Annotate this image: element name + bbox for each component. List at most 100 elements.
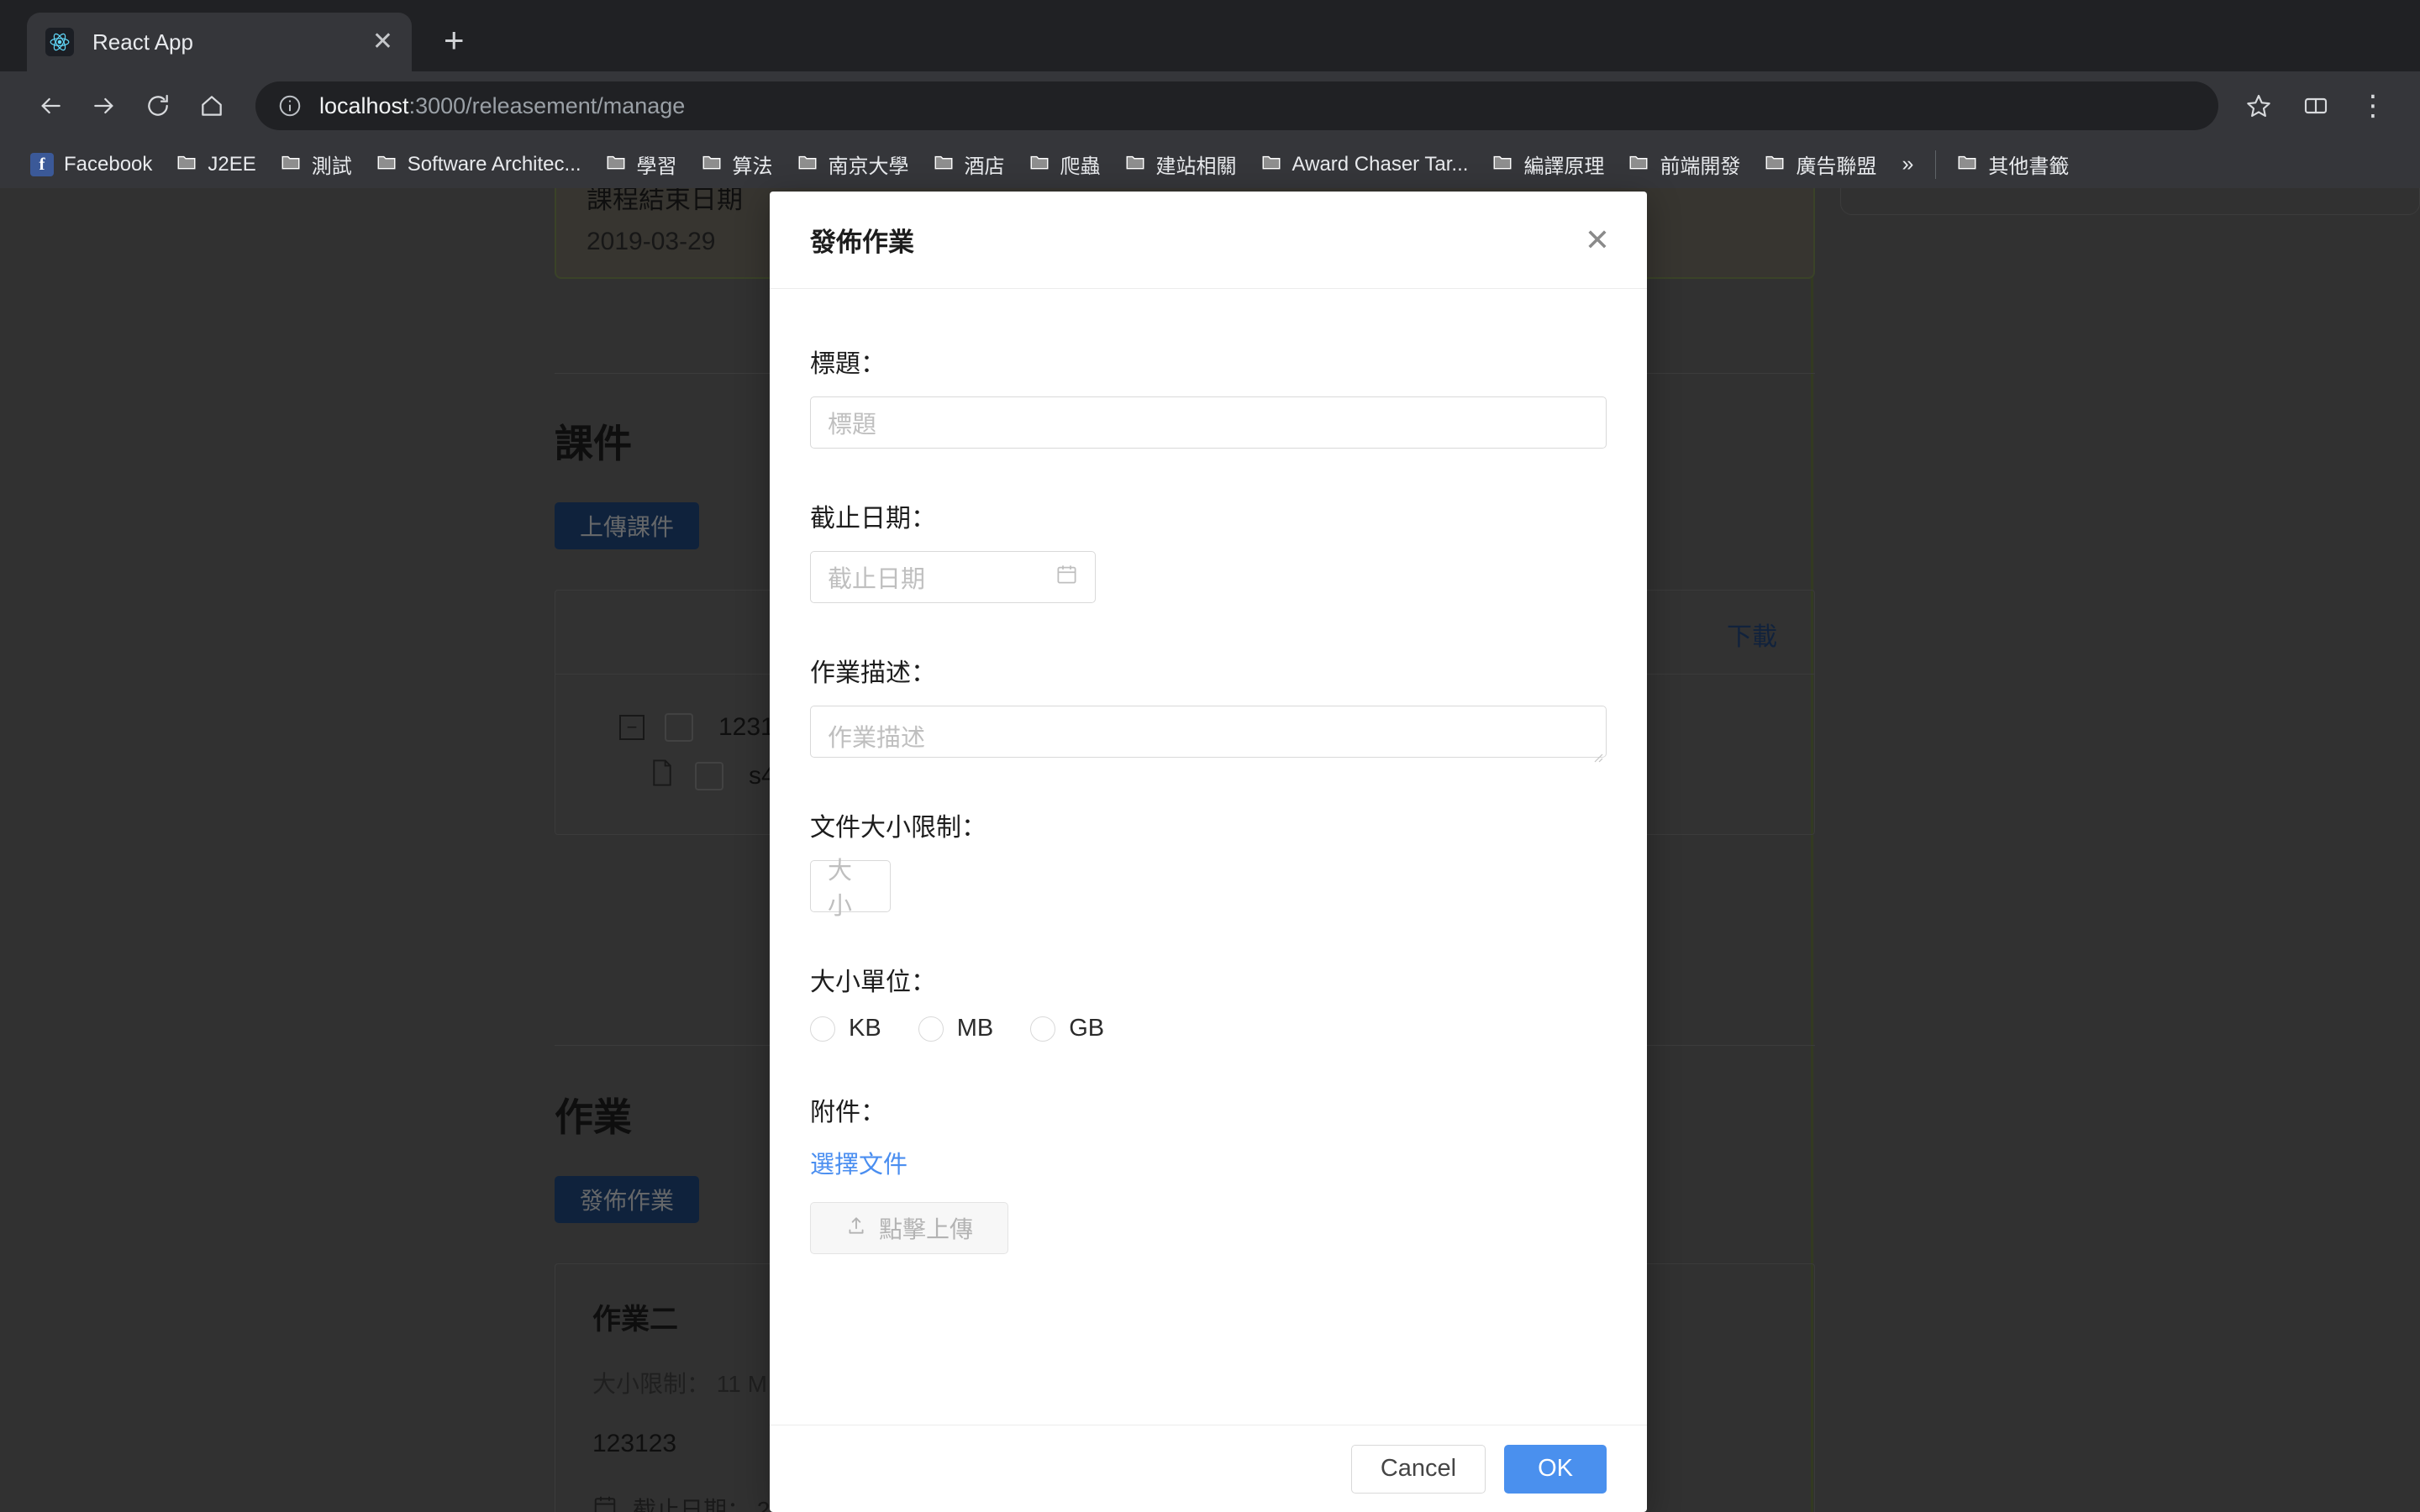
home-button[interactable] [185, 79, 239, 133]
bookmark-item[interactable]: f Facebook [18, 146, 164, 183]
field-title: 標題： 標題 [810, 343, 1607, 449]
folder-icon [933, 150, 955, 178]
folder-icon [1491, 150, 1513, 178]
folder-icon [1028, 150, 1050, 178]
new-tab-button[interactable]: + [444, 23, 465, 58]
bookmark-item[interactable]: Award Chaser Tar... [1249, 146, 1481, 183]
bookmark-label: 前端開發 [1660, 150, 1740, 179]
field-size-limit: 文件大小限制： 大小 [810, 806, 1607, 912]
folder-icon [280, 150, 302, 178]
deadline-placeholder: 截止日期 [828, 559, 925, 595]
bookmark-item[interactable]: 算法 [689, 146, 785, 183]
size-unit-label: 大小單位： [810, 961, 1607, 998]
tab-close-icon[interactable]: ✕ [372, 29, 393, 55]
folder-icon [1124, 150, 1146, 178]
radio-circle-icon[interactable] [918, 1016, 944, 1042]
bookmark-star-icon[interactable] [2235, 82, 2282, 129]
bookmark-item[interactable]: 測試 [268, 146, 364, 183]
title-input[interactable]: 標題 [810, 396, 1607, 449]
field-description: 作業描述： 作業描述 [810, 652, 1607, 758]
folder-icon [605, 150, 627, 178]
browser-tab[interactable]: React App ✕ [27, 13, 412, 71]
bookmark-label: 測試 [312, 150, 352, 179]
browser-toolbar: localhost:3000/releasement/manage ⋮ [0, 71, 2420, 140]
deadline-input[interactable]: 截止日期 [810, 551, 1096, 603]
bookmark-item[interactable]: 編譯原理 [1480, 146, 1616, 183]
radio-option-kb[interactable]: KB [810, 1015, 881, 1042]
divider [1935, 150, 1936, 179]
browser-window: React App ✕ + [0, 0, 2420, 1512]
radio-circle-icon[interactable] [1030, 1016, 1055, 1042]
radio-label: GB [1069, 1015, 1104, 1042]
bookmark-item[interactable]: J2EE [164, 146, 267, 183]
bookmark-label: 酒店 [965, 150, 1005, 179]
bookmark-item[interactable]: Software Architec... [364, 146, 593, 183]
folder-icon [376, 150, 397, 178]
toolbar-actions: ⋮ [2235, 82, 2396, 129]
bookmark-label: 學習 [637, 150, 677, 179]
cancel-button[interactable]: Cancel [1351, 1445, 1486, 1494]
bookmarks-overflow-button[interactable]: » [1888, 152, 1927, 176]
dialog-footer: Cancel OK [770, 1425, 1647, 1512]
bookmark-label: 廣告聯盟 [1796, 150, 1876, 179]
back-button[interactable] [24, 79, 77, 133]
bookmark-item[interactable]: 南京大學 [785, 146, 921, 183]
url-path: :3000/releasement/manage [409, 93, 686, 118]
folder-icon [797, 150, 818, 178]
folder-icon [1260, 150, 1282, 178]
facebook-icon: f [30, 153, 54, 176]
attachment-label: 附件： [810, 1091, 1607, 1128]
folder-icon [1628, 150, 1649, 178]
title-label: 標題： [810, 343, 1607, 380]
url-text: localhost:3000/releasement/manage [319, 93, 685, 119]
bookmark-label: 南京大學 [829, 150, 909, 179]
folder-icon [176, 150, 197, 178]
bookmark-item[interactable]: 學習 [593, 146, 689, 183]
dialog-title: 發佈作業 [810, 221, 914, 259]
click-upload-button[interactable]: 點擊上傳 [810, 1202, 1008, 1254]
info-circle-icon[interactable] [277, 93, 302, 118]
folder-icon [1956, 150, 1978, 178]
bookmark-label: Facebook [64, 153, 152, 176]
field-size-unit: 大小單位： KB MB GB [810, 961, 1607, 1042]
radio-option-mb[interactable]: MB [918, 1015, 994, 1042]
tab-strip: React App ✕ + [0, 0, 2420, 71]
other-bookmarks-button[interactable]: 其他書籤 [1944, 146, 2081, 183]
bookmark-item[interactable]: 酒店 [921, 146, 1017, 183]
reload-button[interactable] [131, 79, 185, 133]
close-icon[interactable]: ✕ [1585, 225, 1610, 255]
bookmark-item[interactable]: 前端開發 [1616, 146, 1752, 183]
bookmark-item[interactable]: 廣告聯盟 [1752, 146, 1888, 183]
bookmark-item[interactable]: 爬蟲 [1017, 146, 1113, 183]
radio-option-gb[interactable]: GB [1030, 1015, 1104, 1042]
size-limit-input[interactable]: 大小 [810, 860, 891, 912]
browser-menu-icon[interactable]: ⋮ [2349, 82, 2396, 129]
other-bookmarks-label: 其他書籤 [1988, 150, 2069, 179]
upload-button-label: 點擊上傳 [879, 1211, 973, 1245]
address-bar[interactable]: localhost:3000/releasement/manage [255, 81, 2218, 130]
radio-circle-icon[interactable] [810, 1016, 835, 1042]
resize-handle-icon[interactable] [1590, 742, 1603, 755]
publish-assignment-dialog: 發佈作業 ✕ 標題： 標題 截止日期： 截止日期 [770, 192, 1647, 1512]
url-host: localhost [319, 93, 409, 118]
bookmark-item[interactable]: 建站相關 [1113, 146, 1249, 183]
folder-icon [1764, 150, 1786, 178]
description-textarea[interactable]: 作業描述 [810, 706, 1607, 758]
bookmark-label: 算法 [733, 150, 773, 179]
split-view-icon[interactable] [2292, 82, 2339, 129]
dialog-header: 發佈作業 ✕ [770, 192, 1647, 289]
deadline-label: 截止日期： [810, 497, 1607, 534]
description-label: 作業描述： [810, 652, 1607, 689]
calendar-icon[interactable] [1055, 563, 1078, 592]
field-deadline: 截止日期： 截止日期 [810, 497, 1607, 603]
forward-button[interactable] [77, 79, 131, 133]
bookmark-label: J2EE [208, 153, 255, 176]
choose-file-link[interactable]: 選擇文件 [810, 1145, 1607, 1180]
dialog-body: 標題： 標題 截止日期： 截止日期 作業描述： [770, 289, 1647, 1425]
bookmark-label: 爬蟲 [1060, 150, 1101, 179]
radio-label: MB [957, 1015, 994, 1042]
ok-button[interactable]: OK [1504, 1445, 1607, 1494]
radio-label: KB [849, 1015, 881, 1042]
folder-icon [701, 150, 723, 178]
upload-icon [845, 1215, 867, 1242]
